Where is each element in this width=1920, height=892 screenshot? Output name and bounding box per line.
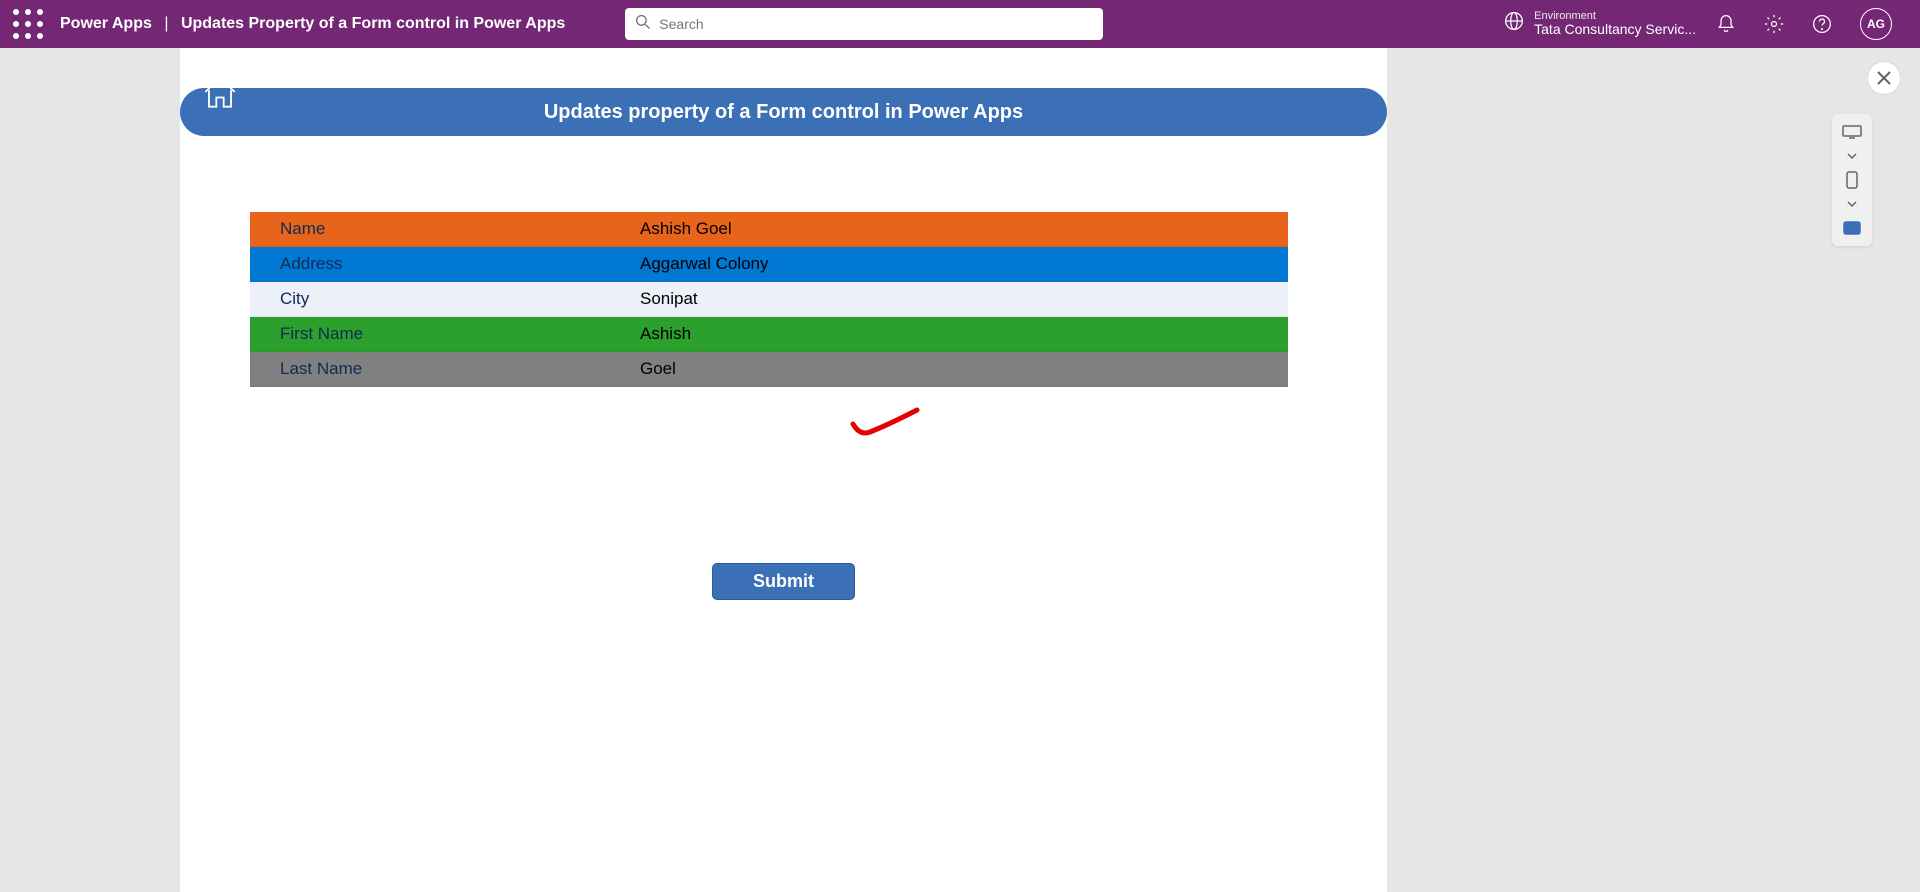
table-row: Name Ashish Goel xyxy=(250,212,1288,247)
help-icon[interactable] xyxy=(1812,14,1832,34)
app-header: Power Apps | Updates Property of a Form … xyxy=(0,0,1920,48)
table-row: Last Name Goel xyxy=(250,352,1288,387)
app-launcher-icon[interactable] xyxy=(12,8,44,40)
user-avatar[interactable]: AG xyxy=(1860,8,1892,40)
field-value: Aggarwal Colony xyxy=(640,254,1288,274)
environment-picker[interactable]: Environment Tata Consultancy Servic... xyxy=(1504,10,1696,37)
environment-value: Tata Consultancy Servic... xyxy=(1534,22,1696,37)
table-row: First Name Ashish xyxy=(250,317,1288,352)
field-label: Address xyxy=(250,254,640,274)
field-value: Ashish Goel xyxy=(640,219,1288,239)
form-display-table: Name Ashish Goel Address Aggarwal Colony… xyxy=(250,212,1288,387)
field-label: Name xyxy=(250,219,640,239)
field-label: First Name xyxy=(250,324,640,344)
field-value: Ashish xyxy=(640,324,1288,344)
table-row: Address Aggarwal Colony xyxy=(250,247,1288,282)
home-icon[interactable] xyxy=(198,70,242,119)
field-label: Last Name xyxy=(250,359,640,379)
field-value: Goel xyxy=(640,359,1288,379)
notifications-icon[interactable] xyxy=(1716,14,1736,34)
app-canvas: Updates property of a Form control in Po… xyxy=(180,48,1387,892)
search-box[interactable] xyxy=(625,8,1103,40)
app-name[interactable]: Power Apps xyxy=(60,15,152,32)
table-row: City Sonipat xyxy=(250,282,1288,317)
annotation-checkmark-icon xyxy=(850,406,920,445)
page-banner: Updates property of a Form control in Po… xyxy=(180,88,1387,136)
search-input[interactable] xyxy=(659,16,1093,32)
field-label: City xyxy=(250,289,640,309)
globe-icon xyxy=(1504,11,1524,36)
canvas-area: Updates property of a Form control in Po… xyxy=(0,48,1920,892)
settings-icon[interactable] xyxy=(1764,14,1784,34)
environment-label: Environment xyxy=(1534,10,1696,22)
search-container xyxy=(625,8,1103,40)
submit-button[interactable]: Submit xyxy=(712,563,855,600)
page-title-text: Updates Property of a Form control in Po… xyxy=(181,15,565,32)
banner-title: Updates property of a Form control in Po… xyxy=(180,101,1387,124)
app-title: Power Apps | Updates Property of a Form … xyxy=(60,15,565,33)
field-value: Sonipat xyxy=(640,289,1288,309)
title-separator: | xyxy=(164,15,168,32)
search-icon xyxy=(635,14,651,35)
